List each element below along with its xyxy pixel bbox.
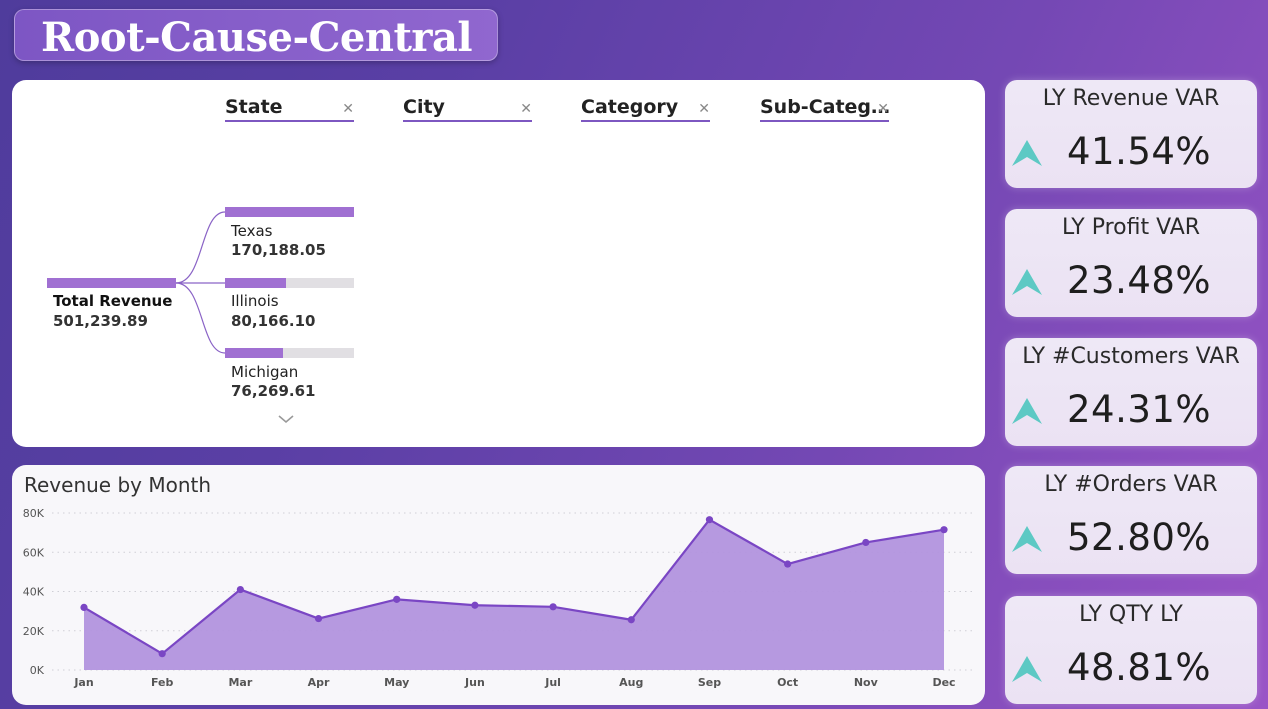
area-fill <box>84 519 944 670</box>
kpi-card-customers-var: LY #Customers VAR 24.31% <box>1005 338 1257 446</box>
y-tick-label: 40K <box>23 586 45 599</box>
data-point <box>549 603 557 611</box>
kpi-value: 24.31% <box>1067 388 1212 431</box>
chart-plot: 0K 20K 40K 60K 80K Jan Feb Mar Apr May Jun Jul Aug Se… <box>23 507 972 689</box>
data-point <box>705 516 714 524</box>
tree-node-value: 170,188.05 <box>231 241 326 259</box>
tree-node-bar-fill <box>225 207 354 217</box>
kpi-label: LY QTY LY <box>1079 602 1183 627</box>
x-tick-label: Feb <box>151 676 174 689</box>
tree-node-bar-fill <box>225 348 284 358</box>
kpi-card-orders-var: LY #Orders VAR 52.80% <box>1005 466 1257 574</box>
revenue-by-month-chart: Revenue by Month 0K 20K 40K 60K 80K Jan Feb Mar… <box>12 465 985 705</box>
x-tick-label: Jun <box>464 676 485 689</box>
decomposition-tree-panel: State ✕ City ✕ Category ✕ Sub-Categ… ✕ T… <box>12 80 985 447</box>
kpi-card-qty-ly: LY QTY LY 48.81% <box>1005 596 1257 704</box>
close-icon[interactable]: ✕ <box>342 102 354 116</box>
y-tick-label: 20K <box>23 625 45 638</box>
level-header-label: Category <box>581 96 679 118</box>
data-point <box>862 538 870 547</box>
data-point <box>314 614 323 623</box>
close-icon[interactable]: ✕ <box>520 102 532 116</box>
kpi-label: LY Profit VAR <box>1061 215 1201 240</box>
x-tick-label: Nov <box>854 676 879 689</box>
tree-node-bar-michigan[interactable] <box>225 348 354 358</box>
data-point <box>393 595 401 603</box>
x-tick-label: Jan <box>73 676 93 689</box>
data-point <box>627 616 635 624</box>
kpi-card-revenue-var: LY Revenue VAR 41.54% <box>1005 80 1257 188</box>
kpi-value: 41.54% <box>1067 130 1212 173</box>
x-tick-label: Dec <box>932 676 955 689</box>
kpi-value: 23.48% <box>1067 259 1212 302</box>
level-header-label: City <box>403 96 445 118</box>
app-title: Root-Cause-Central <box>41 14 473 61</box>
data-point <box>784 560 792 568</box>
data-point <box>158 650 166 658</box>
x-tick-label: Jul <box>544 676 561 689</box>
chevron-down-icon[interactable] <box>277 413 295 425</box>
kpi-label: LY Revenue VAR <box>1042 86 1220 111</box>
x-tick-label: Apr <box>308 676 330 689</box>
arrow-up-icon <box>1012 656 1042 682</box>
x-tick-label: Aug <box>619 676 643 689</box>
kpi-value: 52.80% <box>1067 516 1212 559</box>
title-banner: Root-Cause-Central <box>14 9 498 61</box>
close-icon[interactable]: ✕ <box>698 102 710 116</box>
level-header-city[interactable]: City ✕ <box>403 96 532 122</box>
data-point <box>940 526 948 534</box>
arrow-up-icon <box>1012 269 1042 295</box>
x-tick-label: Oct <box>777 676 798 689</box>
tree-node-label: Illinois <box>231 292 279 310</box>
y-tick-label: 80K <box>23 507 45 520</box>
tree-node-value: 80,166.10 <box>231 312 316 330</box>
root-node-value: 501,239.89 <box>53 312 148 330</box>
tree-node-value: 76,269.61 <box>231 382 316 400</box>
data-point <box>236 585 244 594</box>
x-tick-label: Sep <box>698 676 721 689</box>
level-header-category[interactable]: Category ✕ <box>581 96 710 122</box>
arrow-up-icon <box>1012 140 1042 166</box>
tree-node-label: Michigan <box>231 363 299 381</box>
tree-node-bar-texas[interactable] <box>225 207 354 217</box>
arrow-up-icon <box>1012 398 1042 424</box>
level-header-label: Sub-Categ… <box>760 96 891 118</box>
tree-node-bar-illinois[interactable] <box>225 278 354 288</box>
data-point <box>80 603 88 611</box>
root-node-bar[interactable] <box>47 278 176 288</box>
tree-node-label: Texas <box>231 222 273 240</box>
tree-node-bar-fill <box>225 278 286 288</box>
kpi-value: 48.81% <box>1067 646 1212 689</box>
y-tick-label: 0K <box>30 664 45 677</box>
kpi-label: LY #Customers VAR <box>1022 344 1240 369</box>
arrow-up-icon <box>1012 526 1042 552</box>
kpi-label: LY #Orders VAR <box>1044 472 1218 497</box>
root-node-label: Total Revenue <box>53 292 173 310</box>
close-icon[interactable]: ✕ <box>877 102 889 116</box>
kpi-card-profit-var: LY Profit VAR 23.48% <box>1005 209 1257 317</box>
data-point <box>471 601 479 609</box>
level-header-sub-category[interactable]: Sub-Categ… ✕ <box>760 96 891 122</box>
x-tick-label: May <box>384 676 409 689</box>
x-tick-label: Mar <box>228 676 252 689</box>
y-tick-label: 60K <box>23 546 45 559</box>
